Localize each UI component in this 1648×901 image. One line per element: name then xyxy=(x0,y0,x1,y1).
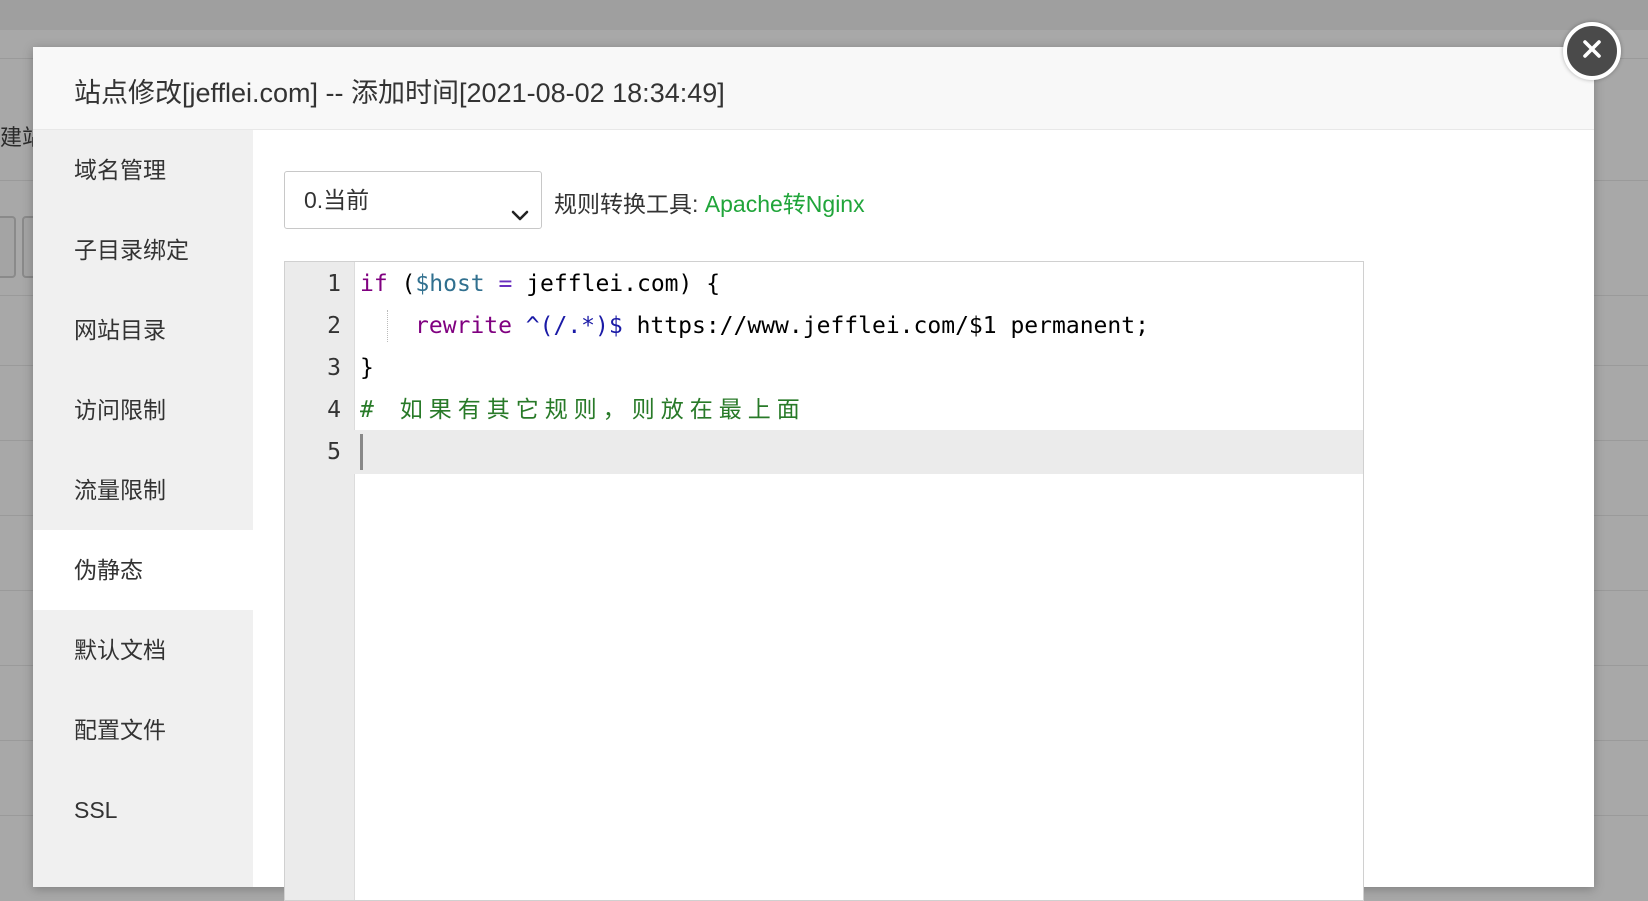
sidebar-item-config-file[interactable]: 配置文件 xyxy=(33,690,253,770)
line-number: 4 xyxy=(327,397,341,423)
code-token: https://www.jefflei.com/$1 permanent; xyxy=(622,313,1149,339)
code-line: 3 } xyxy=(285,346,1363,390)
code-token: jefflei.com) { xyxy=(526,271,721,297)
code-token: ^(/.*)$ xyxy=(525,313,623,339)
text-cursor xyxy=(360,434,363,470)
sidebar-item-rewrite[interactable]: 伪静态 xyxy=(33,530,253,610)
sidebar-item-access-limit[interactable]: 访问限制 xyxy=(33,370,253,450)
indent-guide xyxy=(387,310,389,342)
line-number: 3 xyxy=(327,355,341,381)
code-token: } xyxy=(360,355,374,381)
code-token: = xyxy=(484,271,527,297)
code-token: if xyxy=(360,271,388,297)
sidebar-item-default-doc[interactable]: 默认文档 xyxy=(33,610,253,690)
close-button[interactable] xyxy=(1563,22,1621,80)
background-button xyxy=(0,216,16,278)
select-value: 0.当前 xyxy=(304,187,370,213)
rule-convert-label: 规则转换工具: xyxy=(554,191,699,217)
sidebar-item-subdirectory[interactable]: 子目录绑定 xyxy=(33,210,253,290)
code-line: 4 # 如果有其它规则，则放在最上面 xyxy=(285,388,1363,432)
rewrite-template-select[interactable]: 0.当前 xyxy=(284,171,542,229)
line-number: 1 xyxy=(327,271,341,297)
sidebar-item-ssl[interactable]: SSL xyxy=(33,770,253,850)
code-line: 2 rewrite ^(/.*)$ https://www.jefflei.co… xyxy=(285,304,1363,348)
sidebar-item-domain[interactable]: 域名管理 xyxy=(33,130,253,210)
sidebar-item-traffic-limit[interactable]: 流量限制 xyxy=(33,450,253,530)
code-token: ( xyxy=(387,271,416,297)
code-editor[interactable]: 1 if ($host = jefflei.com) { 2 rewrite ^… xyxy=(284,261,1364,901)
code-line-current: 5 xyxy=(285,430,1363,474)
rule-convert-tool: 规则转换工具: Apache转Nginx xyxy=(554,185,865,219)
code-token: rewrite xyxy=(415,313,512,339)
apache-to-nginx-link[interactable]: Apache转Nginx xyxy=(705,191,865,217)
modal-title: 站点修改[jefflei.com] -- 添加时间[2021-08-02 18:… xyxy=(74,78,725,108)
code-token: $host xyxy=(415,271,485,297)
chevron-down-icon xyxy=(509,190,531,246)
modal-header: 站点修改[jefflei.com] -- 添加时间[2021-08-02 18:… xyxy=(33,47,1594,130)
site-edit-modal: 站点修改[jefflei.com] -- 添加时间[2021-08-02 18:… xyxy=(33,47,1594,901)
settings-sidebar: 域名管理 子目录绑定 网站目录 访问限制 流量限制 伪静态 默认文档 配置文件 … xyxy=(33,130,253,887)
code-line: 1 if ($host = jefflei.com) { xyxy=(285,262,1363,306)
background-header xyxy=(0,0,1648,30)
sidebar-item-site-directory[interactable]: 网站目录 xyxy=(33,290,253,370)
line-number: 2 xyxy=(327,313,341,339)
code-comment: # 如果有其它规则，则放在最上面 xyxy=(360,397,806,423)
close-icon xyxy=(1579,36,1605,67)
rewrite-panel: 0.当前 规则转换工具: Apache转Nginx 1 if ($host = … xyxy=(253,130,1594,901)
line-number: 5 xyxy=(327,439,341,465)
